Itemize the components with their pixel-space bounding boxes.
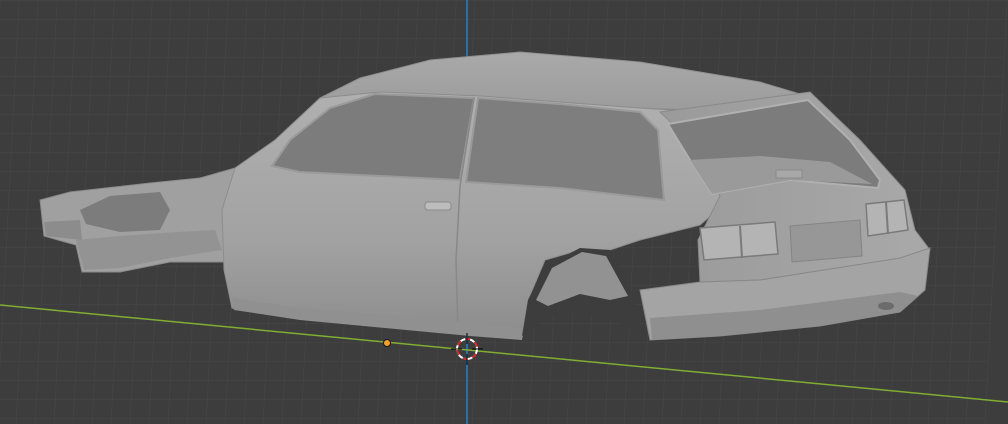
rear-wiper-mount	[775, 169, 803, 179]
viewport-canvas[interactable]	[0, 0, 1008, 424]
exhaust-tip	[878, 302, 894, 310]
left-tail-light	[699, 221, 779, 261]
license-plate-recess	[789, 219, 863, 263]
3d-viewport[interactable]	[0, 0, 1008, 424]
door-handle	[424, 201, 452, 211]
origin-dot[interactable]	[383, 339, 391, 347]
rear-side-window	[464, 96, 666, 202]
